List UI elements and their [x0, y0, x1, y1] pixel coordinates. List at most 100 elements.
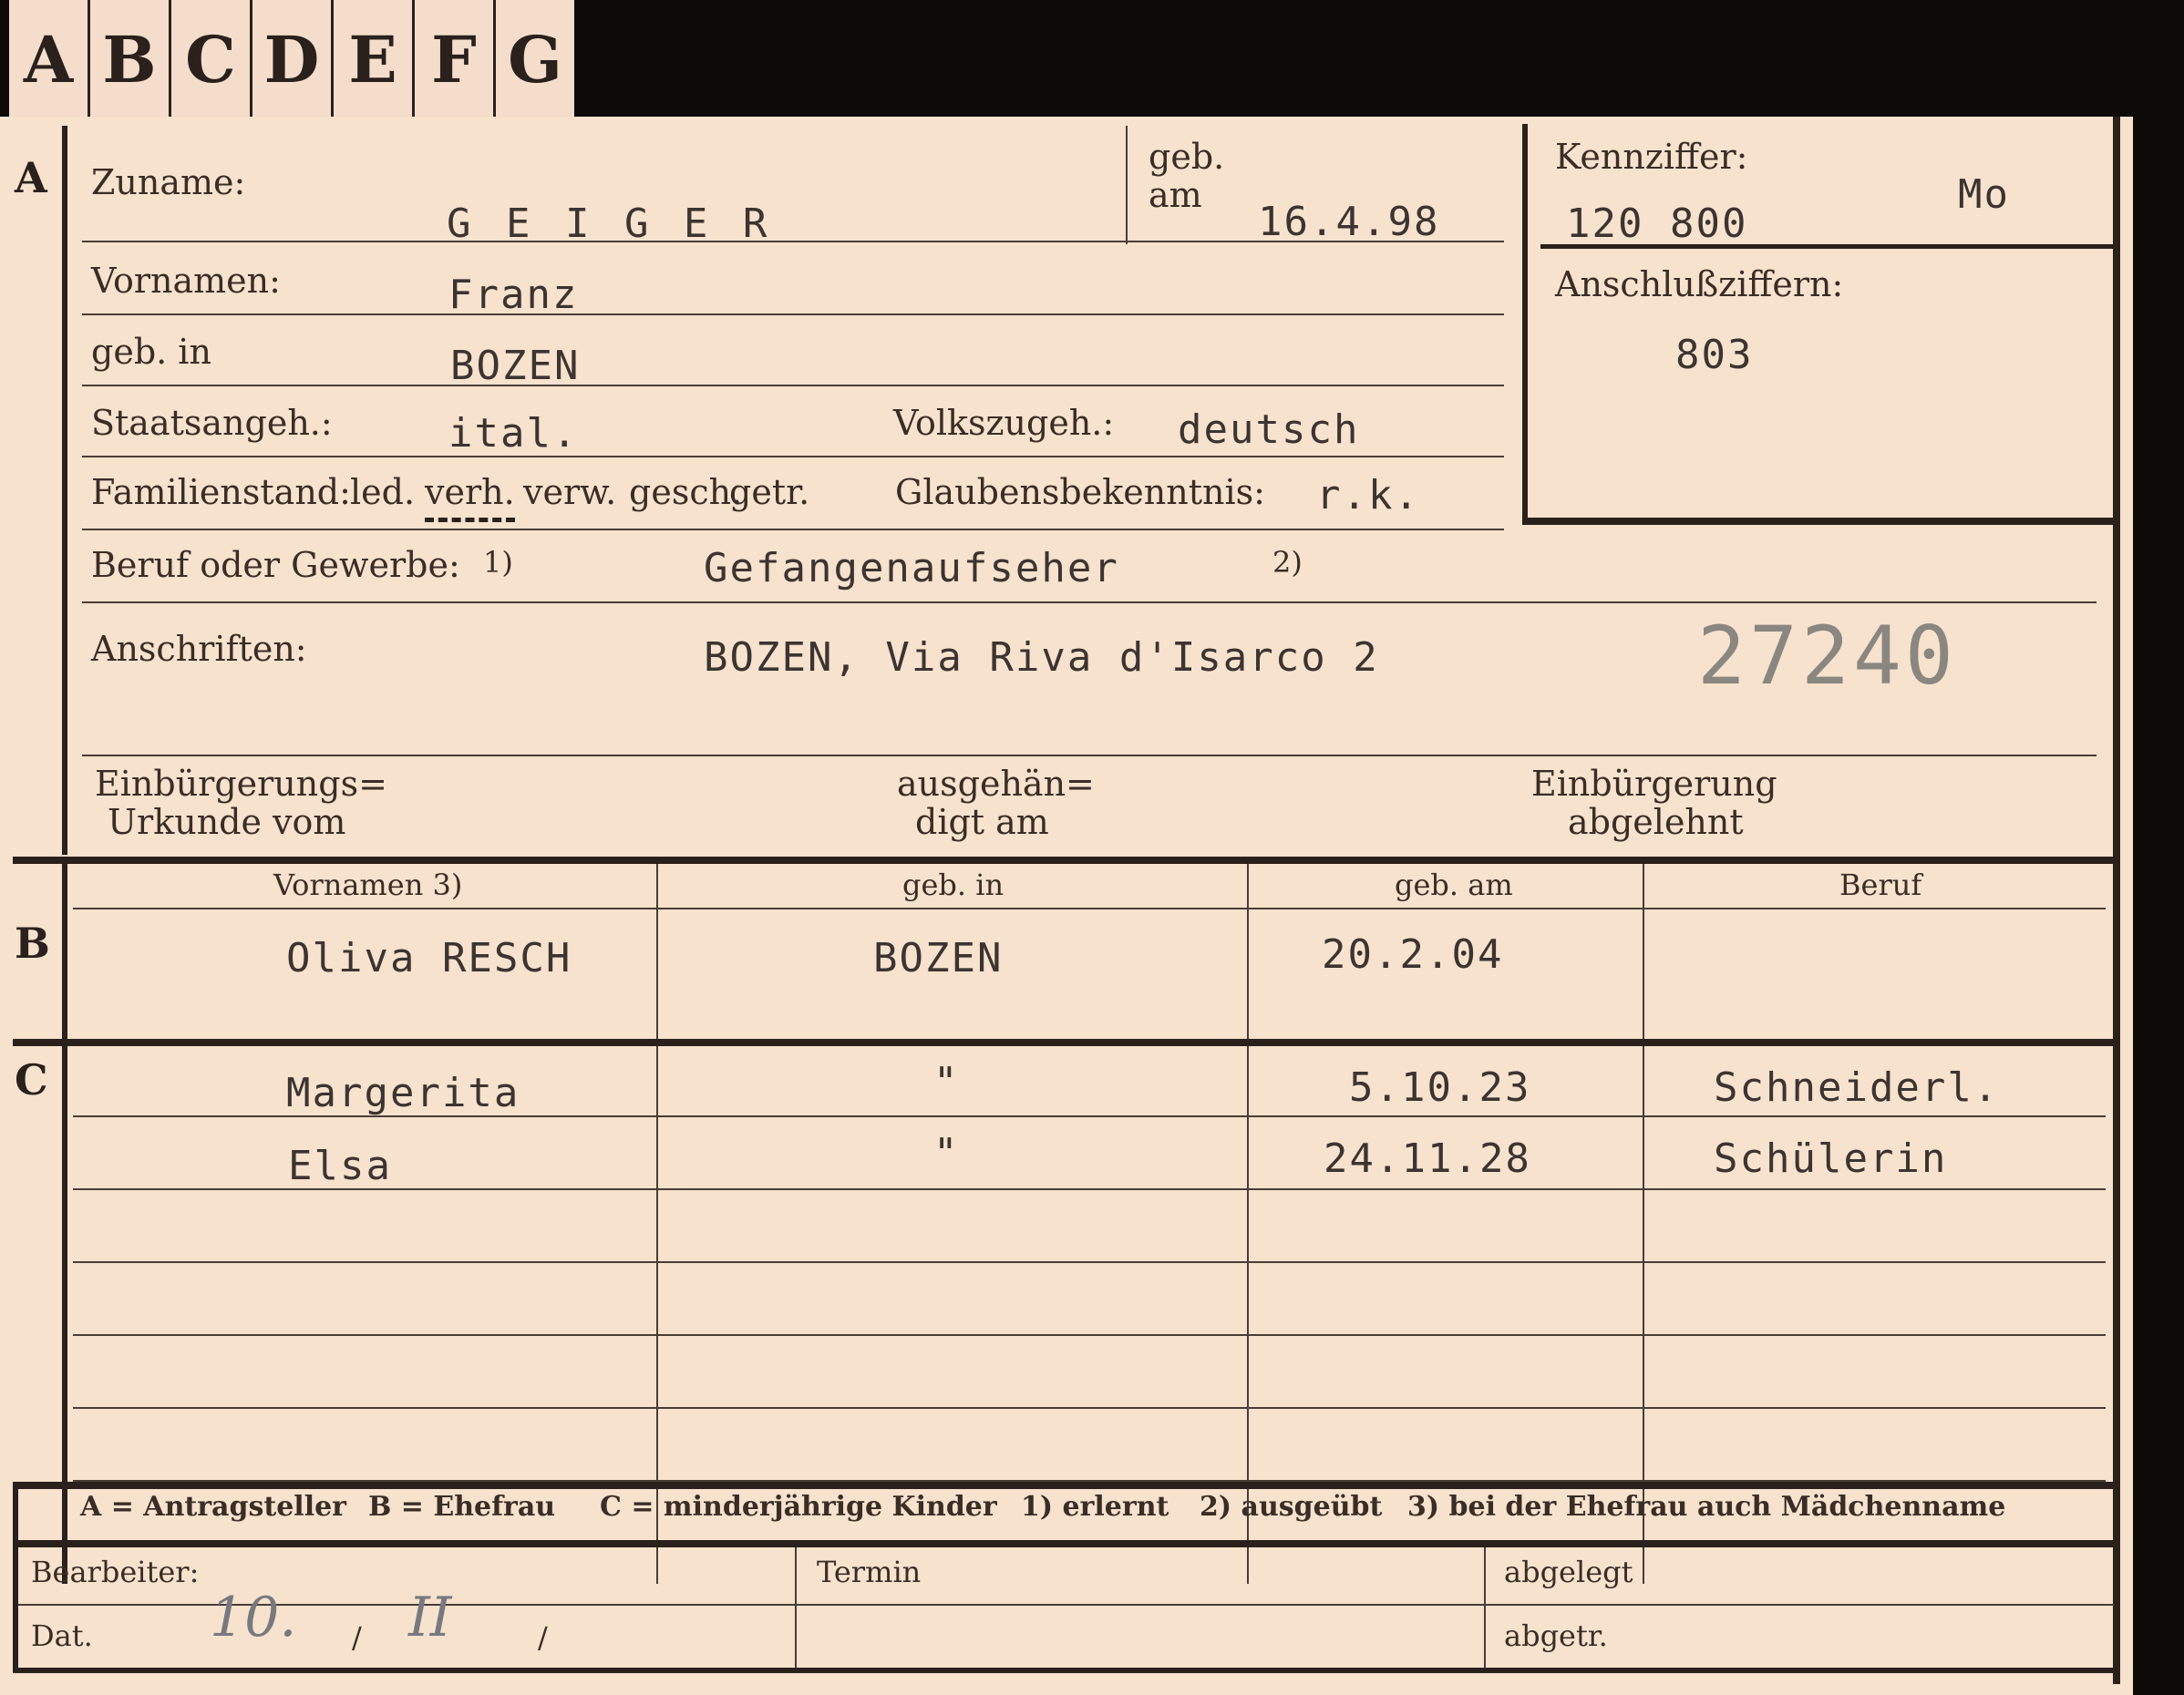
familien-verh: verh.: [425, 472, 515, 522]
c-row1-geb-in: ": [933, 1059, 960, 1105]
staats-value: ital.: [448, 410, 579, 457]
anschluss-value: 803: [1675, 332, 1754, 378]
c-row2-beruf: Schülerin: [1714, 1135, 1948, 1182]
kennziffer-label: Kennziffer:: [1555, 137, 1748, 177]
divider-geb: [1126, 126, 1128, 244]
zuname-label: Zuname:: [91, 162, 246, 202]
legend-note3: 3) bei der Ehefrau auch Mädchenname: [1407, 1491, 2006, 1523]
rule-familien: [82, 529, 1504, 530]
c-row1-geb-am: 5.10.23: [1349, 1064, 1531, 1111]
header-geb-am: geb. am: [1395, 868, 1513, 902]
volks-label: Volkszugeh.:: [893, 403, 1115, 443]
ausgehaendigt-label-2: digt am: [915, 802, 1049, 842]
volks-value: deutsch: [1178, 406, 1360, 453]
tab-d[interactable]: D: [252, 0, 334, 118]
c-row1-beruf: Schneiderl.: [1714, 1064, 2000, 1111]
glauben-value: r.k.: [1316, 472, 1420, 519]
geb-am-label-1: geb.: [1149, 137, 1225, 177]
tab-b[interactable]: B: [90, 0, 171, 118]
rule-anschriften: [82, 755, 2096, 756]
section-c-marker: C: [15, 1055, 48, 1104]
beruf-value: Gefangenaufseher: [704, 545, 1119, 591]
anschrift-value: BOZEN, Via Riva d'Isarco 2: [704, 634, 1379, 681]
bearbeiter-label: Bearbeiter:: [31, 1555, 200, 1589]
header-geb-in: geb. in: [902, 868, 1004, 902]
section-c-top-rule: [13, 1039, 2120, 1046]
right-edge: [2113, 117, 2120, 1684]
stamp-number: 27240: [1697, 609, 1957, 703]
anschriften-label: Anschriften:: [91, 629, 307, 669]
legend-c: C = minderjährige Kinder: [600, 1491, 997, 1523]
zuname-value: G E I G E R: [447, 200, 773, 247]
b-vornamen-value: Oliva RESCH: [286, 935, 572, 981]
geb-in-label: geb. in: [91, 332, 211, 372]
kennziffer-value: 120 800: [1566, 200, 1748, 247]
legend-left-rule: [13, 1482, 18, 1546]
section-b-top-rule: [13, 857, 2120, 864]
familien-getr: getr.: [729, 472, 810, 512]
legend-top-rule: [13, 1482, 2120, 1489]
einb-urkunde-label-2: Urkunde vom: [108, 802, 346, 842]
rule-vornamen: [82, 313, 1504, 315]
header-vornamen: Vornamen 3): [273, 868, 463, 902]
tab-f[interactable]: F: [415, 0, 496, 118]
abgelegt-label: abgelegt: [1504, 1555, 1633, 1589]
left-margin-line-c: [62, 1046, 67, 1584]
tab-a[interactable]: A: [9, 0, 90, 118]
header-beruf: Beruf: [1839, 868, 1922, 902]
c-row-rule-3: [73, 1261, 2106, 1263]
rule-beruf: [82, 601, 2096, 603]
tab-e[interactable]: E: [334, 0, 415, 118]
index-tabs: A B C D E F G: [9, 0, 574, 118]
record-card: A Zuname: G E I G E R geb. am 16.4.98 Ke…: [0, 117, 2133, 1695]
kennziffer-code: Mo: [1958, 171, 2010, 218]
glauben-label: Glaubensbekenntnis:: [895, 472, 1265, 512]
familien-label: Familienstand:: [91, 472, 351, 512]
geb-am-value: 16.4.98: [1258, 199, 1440, 245]
ausgehaendigt-label-1: ausgehän=: [897, 764, 1095, 804]
vornamen-label: Vornamen:: [91, 261, 281, 301]
c-row2-vornamen: Elsa: [288, 1143, 392, 1189]
tab-g[interactable]: G: [496, 0, 574, 118]
rule-staats: [82, 456, 1504, 457]
tab-c[interactable]: C: [171, 0, 252, 118]
geb-am-label-2: am: [1149, 175, 1202, 215]
abgetr-label: abgetr.: [1504, 1618, 1608, 1653]
staats-label: Staatsangeh.:: [91, 403, 333, 443]
footer-divider-2: [1484, 1547, 1486, 1668]
left-margin-line-a: [62, 126, 67, 855]
einb-abgelehnt-label-1: Einbürgerung: [1531, 764, 1777, 804]
legend-note2: 2) ausgeübt: [1200, 1491, 1383, 1523]
b-geb-in-value: BOZEN: [873, 935, 1004, 981]
rule-geb-in: [82, 385, 1504, 386]
dat-label: Dat.: [31, 1618, 93, 1653]
anschluss-label: Anschlußziffern:: [1555, 264, 1844, 304]
b-geb-am-value: 20.2.04: [1322, 931, 1504, 978]
legend-a: A = Antragsteller: [80, 1491, 346, 1523]
c-row2-geb-in: ": [933, 1130, 960, 1176]
footer-divider-1: [795, 1547, 797, 1668]
dat-month: II: [408, 1586, 452, 1649]
beruf-footnote-1: 1): [483, 545, 513, 580]
familien-led: led.: [350, 472, 416, 512]
c-row-rule-4: [73, 1334, 2106, 1336]
footer-box: [13, 1540, 2120, 1673]
footer-mid-rule: [18, 1604, 2115, 1606]
dat-separator-1: /: [352, 1620, 362, 1655]
c-row-rule-5: [73, 1407, 2106, 1409]
legend-b: B = Ehefrau: [368, 1491, 556, 1523]
einb-urkunde-label-1: Einbürgerungs=: [95, 764, 387, 804]
dat-day: 10.: [210, 1586, 297, 1649]
section-b-header-rule: [73, 908, 2106, 909]
c-row1-vornamen: Margerita: [286, 1070, 520, 1116]
dat-separator-2: /: [538, 1620, 548, 1655]
einb-abgelehnt-label-2: abgelehnt: [1568, 802, 1744, 842]
geb-in-value: BOZEN: [450, 343, 581, 389]
kennziffer-box: [1522, 124, 2113, 525]
beruf-footnote-2: 2): [1272, 545, 1303, 580]
familien-verw: verw.: [523, 472, 617, 512]
beruf-label: Beruf oder Gewerbe:: [91, 545, 460, 585]
section-a-marker: A: [15, 153, 47, 202]
section-b-marker: B: [15, 919, 50, 968]
termin-label: Termin: [817, 1555, 922, 1589]
